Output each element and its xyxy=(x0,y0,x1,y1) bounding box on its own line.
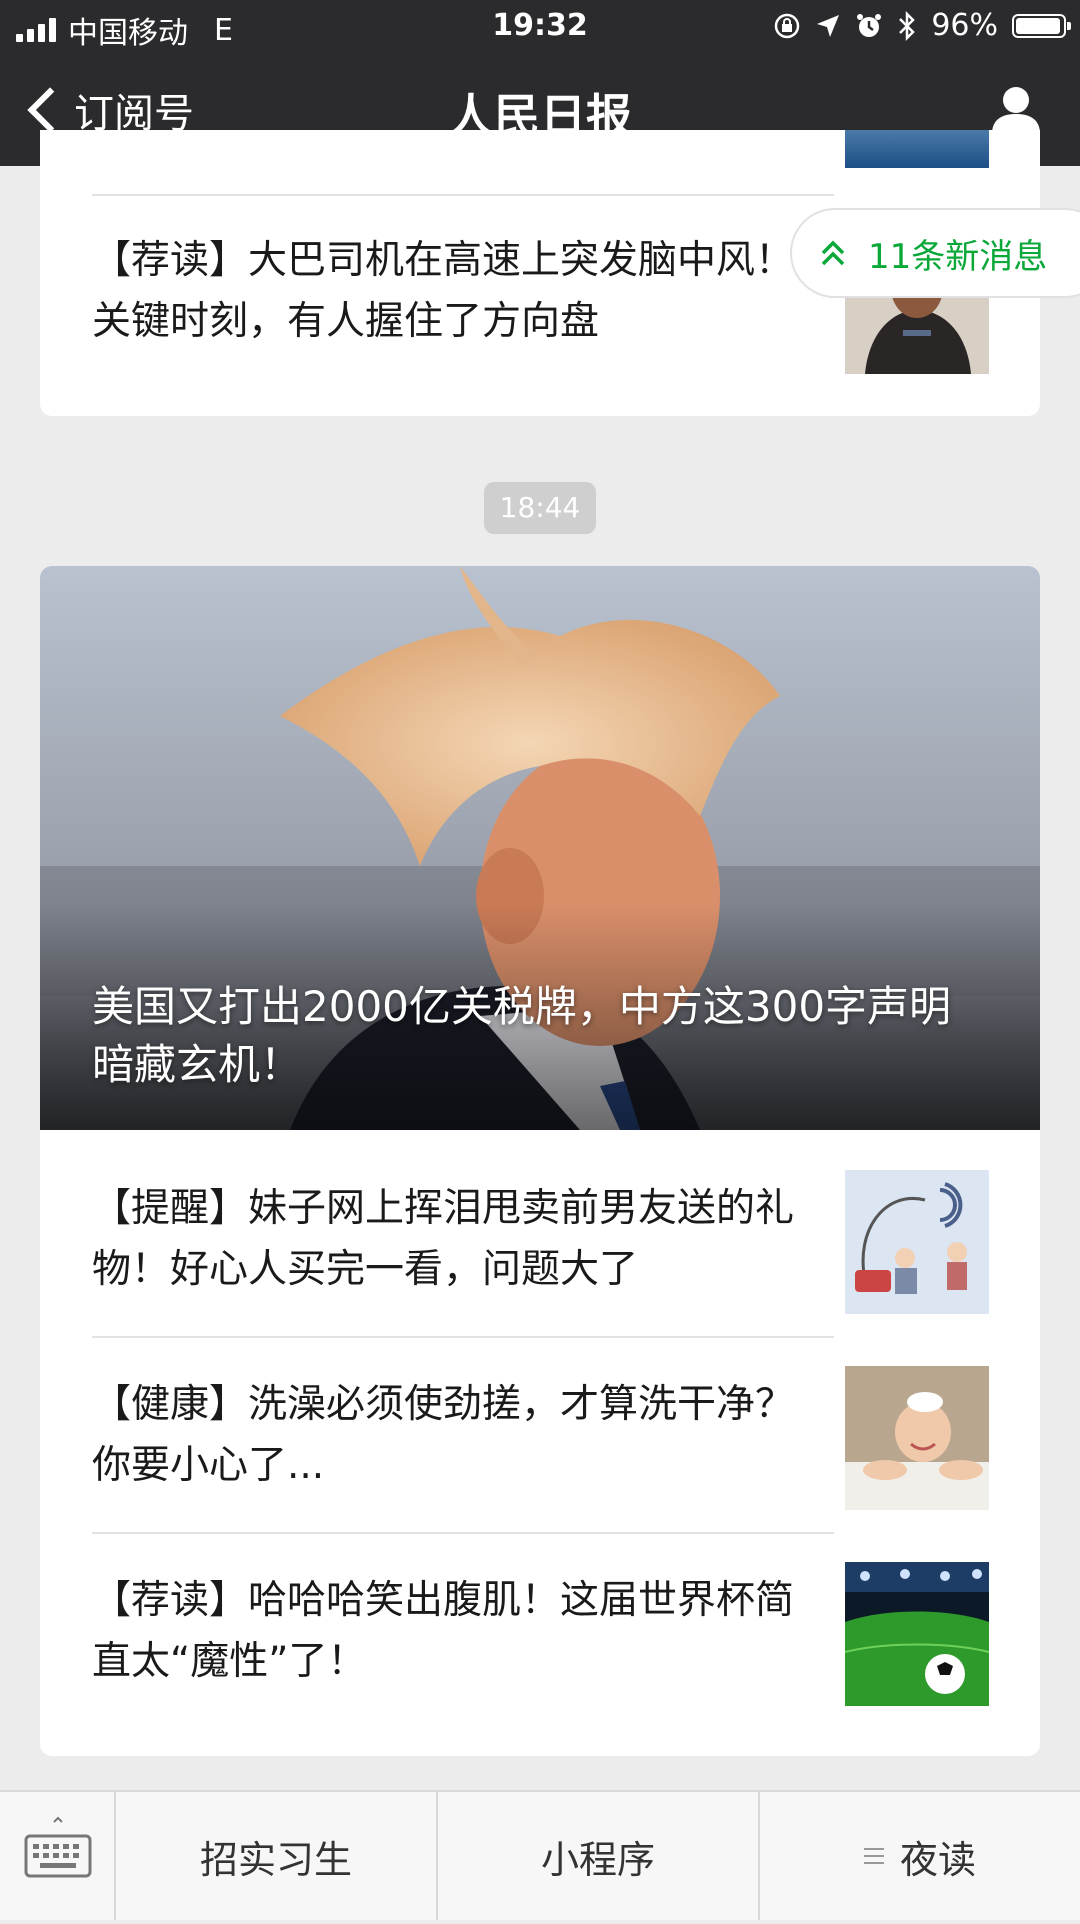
article-title[interactable]: 【提醒】妹子网上挥泪甩卖前男友送的礼物！好心人买完一看，问题大了 xyxy=(92,1178,827,1300)
status-right: 96% xyxy=(773,8,1071,43)
chevron-left-icon xyxy=(27,87,73,133)
menu-button-internship[interactable]: 招实习生 xyxy=(116,1792,438,1920)
hero-title: 美国又打出2000亿关税牌，中方这300字声明暗藏玄机！ xyxy=(92,982,952,1089)
rotation-lock-icon xyxy=(775,13,800,38)
status-left: 中国移动 E xyxy=(16,8,233,52)
divider xyxy=(92,1336,834,1338)
menu-button-night-reading[interactable]: 夜读 xyxy=(760,1792,1080,1920)
keyboard-icon xyxy=(24,1816,92,1878)
article-title[interactable]: 【荐读】哈哈哈笑出腹肌！这届世界杯简直太“魔性”了！ xyxy=(92,1570,827,1692)
location-icon xyxy=(817,14,840,37)
battery-icon xyxy=(1012,13,1071,38)
divider xyxy=(92,1532,834,1534)
article-thumbnail[interactable] xyxy=(845,1562,989,1706)
article-thumbnail[interactable] xyxy=(845,1366,989,1510)
article-thumbnail-partial[interactable] xyxy=(845,130,989,168)
status-bar: 中国移动 E 19:32 96% xyxy=(0,0,1080,54)
submenu-lines-icon xyxy=(863,1843,884,1869)
bluetooth-icon xyxy=(899,10,916,41)
menu-button-mini-program[interactable]: 小程序 xyxy=(438,1792,760,1920)
signal-icon xyxy=(16,18,56,42)
divider xyxy=(92,194,834,196)
article-card: 美国又打出2000亿关税牌，中方这300字声明暗藏玄机！ 【提醒】妹子网上挥泪甩… xyxy=(40,566,1040,1756)
battery-level xyxy=(1016,17,1061,34)
article-title[interactable]: 【健康】洗澡必须使劲搓，才算洗干净？你要小心了... xyxy=(92,1374,827,1496)
battery-percent: 96% xyxy=(931,8,998,43)
article-title[interactable]: 【荐读】大巴司机在高速上突发脑中风！关键时刻，有人握住了方向盘 xyxy=(92,230,827,352)
menu-label: 小程序 xyxy=(540,1837,655,1882)
bottom-menu-bar: 招实习生 小程序 夜读 xyxy=(0,1790,1080,1920)
menu-label: 招实习生 xyxy=(199,1837,352,1882)
network-type: E xyxy=(214,12,233,48)
new-messages-label: 11条新消息 xyxy=(868,236,1048,277)
hero-article[interactable]: 美国又打出2000亿关税牌，中方这300字声明暗藏玄机！ xyxy=(40,566,1040,1130)
menu-label: 夜读 xyxy=(899,1837,976,1882)
carrier-name: 中国移动 xyxy=(68,16,188,51)
message-timestamp: 18:44 xyxy=(484,482,596,534)
alarm-icon xyxy=(857,13,882,37)
double-chevron-up-icon xyxy=(821,240,845,266)
keyboard-toggle-button[interactable] xyxy=(0,1792,116,1920)
new-messages-button[interactable]: 11条新消息 xyxy=(790,208,1080,298)
article-thumbnail[interactable] xyxy=(845,1170,989,1314)
